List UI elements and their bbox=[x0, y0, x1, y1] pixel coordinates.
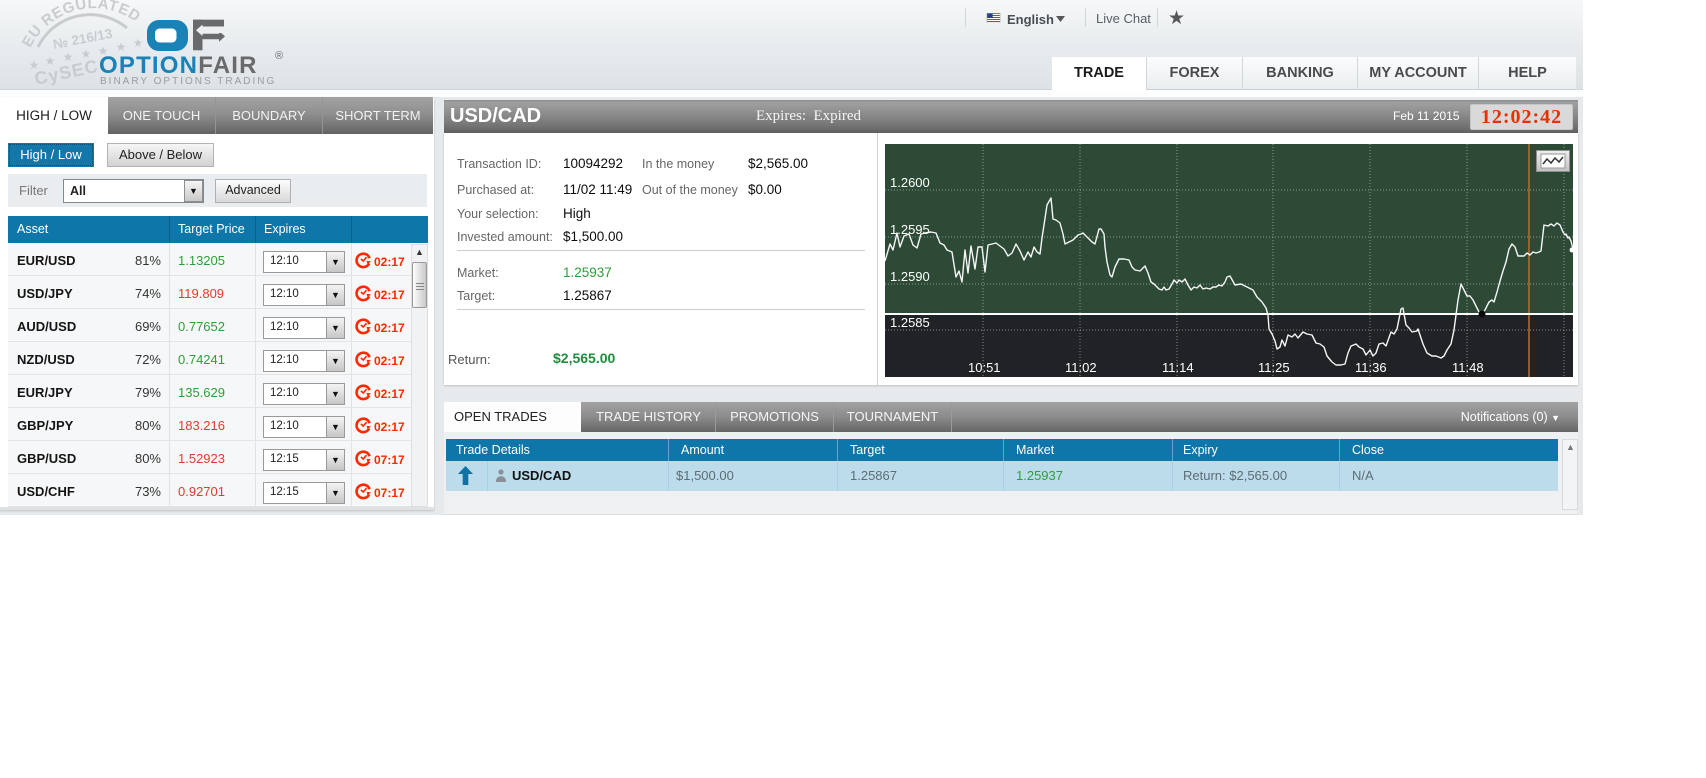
svg-text:11:25: 11:25 bbox=[1258, 360, 1290, 375]
svg-text:★: ★ bbox=[133, 36, 144, 50]
svg-text:11:02: 11:02 bbox=[1065, 360, 1097, 375]
svg-text:®: ® bbox=[275, 50, 283, 62]
svg-text:10:51: 10:51 bbox=[968, 360, 1001, 375]
svg-text:OPTIONFAIR: OPTIONFAIR bbox=[99, 52, 258, 79]
svg-text:11:36: 11:36 bbox=[1355, 360, 1387, 375]
svg-text:BINARY OPTIONS TRADING: BINARY OPTIONS TRADING bbox=[100, 76, 276, 87]
svg-text:1.2600: 1.2600 bbox=[890, 175, 930, 190]
svg-text:11:48: 11:48 bbox=[1452, 360, 1484, 375]
svg-text:1.2590: 1.2590 bbox=[890, 269, 930, 284]
svg-text:1.2585: 1.2585 bbox=[890, 315, 930, 330]
svg-text:11:14: 11:14 bbox=[1162, 360, 1194, 375]
